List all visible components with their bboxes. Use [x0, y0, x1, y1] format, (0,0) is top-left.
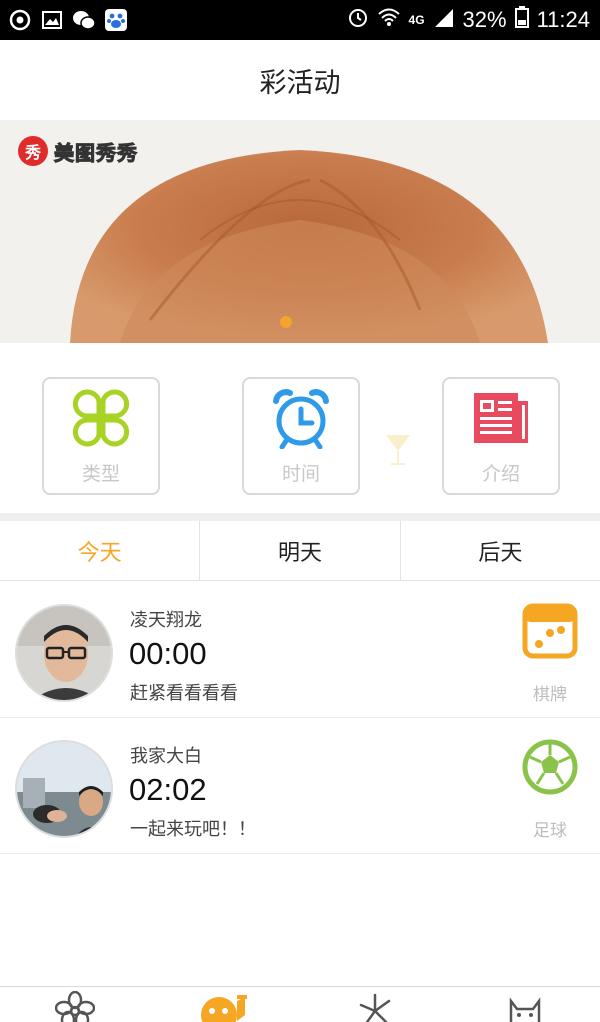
alarm-icon — [347, 6, 369, 34]
network-type: 4G — [408, 13, 425, 27]
activity-message: 赶紧看看看看 — [130, 683, 238, 704]
fireworks-icon — [359, 993, 391, 1022]
category-intro-button[interactable]: 介绍 — [442, 377, 560, 495]
activity-user-name: 我家大白 — [130, 746, 202, 767]
bottom-nav — [0, 986, 600, 1022]
section-divider — [0, 513, 600, 521]
alarm-clock-icon — [273, 389, 329, 449]
clock: 11:24 — [536, 7, 590, 32]
status-bar: 4G 32% 11:24 — [0, 0, 600, 40]
image-icon — [40, 8, 64, 32]
category-type-button[interactable]: 类型 — [42, 377, 160, 495]
banner-watermark-text: 美图秀秀 — [54, 140, 138, 165]
newspaper-icon — [474, 393, 528, 443]
wechat-icon — [72, 8, 96, 32]
nav-item-home[interactable] — [0, 987, 150, 1022]
cat-face-icon — [509, 997, 541, 1022]
carousel-indicator-dot[interactable] — [280, 316, 292, 328]
day-tabs: 今天 明天 后天 — [0, 521, 600, 581]
battery-percent: 32% — [462, 7, 507, 32]
flower-icon — [55, 991, 95, 1022]
mascot-face-icon — [201, 995, 247, 1022]
wifi-icon — [377, 7, 401, 33]
banner-watermark: 秀 美图秀秀 — [18, 136, 138, 166]
tab-tomorrow[interactable]: 明天 — [200, 521, 401, 580]
battery-icon — [514, 6, 529, 34]
activity-time: 00:00 — [129, 636, 207, 671]
activity-category: 足球 — [518, 738, 582, 841]
decorative-cocktail-icon — [386, 435, 410, 465]
meitu-logo-icon: 秀 — [18, 136, 48, 166]
activity-message: 一起来玩吧！！ — [130, 819, 256, 840]
category-time-button[interactable]: 时间 — [242, 377, 360, 495]
soccer-ball-icon — [522, 739, 578, 795]
tab-day-after-tomorrow[interactable]: 后天 — [401, 521, 600, 580]
activity-category: 棋牌 — [518, 602, 582, 705]
activity-list: 凌天翔龙 00:00 赶紧看看看看 棋牌 我家大白 02:02 一起来玩吧！！ … — [0, 582, 600, 854]
category-intro-label: 介绍 — [481, 463, 520, 485]
dice-icon — [522, 603, 578, 659]
sync-icon — [8, 8, 32, 32]
category-time-label: 时间 — [281, 463, 320, 485]
nav-item-profile[interactable] — [450, 987, 600, 1022]
tab-today[interactable]: 今天 — [0, 521, 201, 580]
app-header: 彩活动 — [0, 40, 600, 120]
banner-carousel[interactable]: 秀 美图秀秀 — [0, 120, 600, 343]
list-item[interactable]: 凌天翔龙 00:00 赶紧看看看看 棋牌 — [0, 582, 600, 718]
activity-category-label: 足球 — [533, 821, 567, 841]
list-item[interactable]: 我家大白 02:02 一起来玩吧！！ 足球 — [0, 718, 600, 854]
activity-user-name: 凌天翔龙 — [130, 610, 202, 631]
clover-icon — [72, 389, 130, 447]
category-type-label: 类型 — [81, 463, 120, 485]
nav-item-activity[interactable] — [150, 987, 300, 1022]
page-title: 彩活动 — [259, 67, 341, 99]
signal-icon — [433, 7, 455, 33]
activity-category-label: 棋牌 — [533, 685, 567, 705]
baidu-paw-icon — [104, 8, 128, 32]
activity-time: 02:02 — [129, 772, 207, 807]
avatar[interactable] — [15, 740, 113, 838]
avatar[interactable] — [15, 604, 113, 702]
nav-item-discover[interactable] — [300, 987, 450, 1022]
category-shortcuts: 类型 时间 介绍 — [0, 343, 600, 513]
